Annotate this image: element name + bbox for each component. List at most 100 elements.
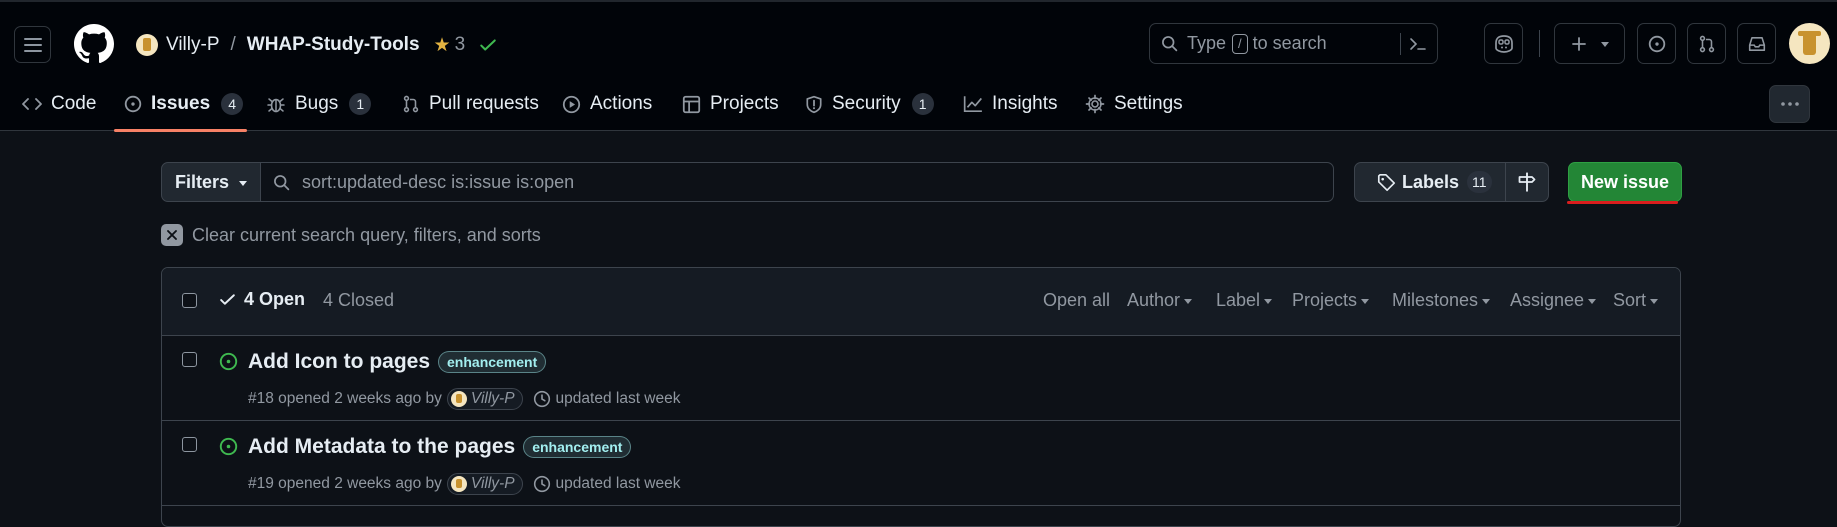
command-palette-icon[interactable] — [1409, 36, 1427, 52]
graph-icon — [963, 96, 982, 113]
inbox-button[interactable] — [1737, 23, 1776, 64]
triangle-down-icon — [1600, 42, 1609, 47]
author-filter[interactable]: Author — [1127, 290, 1193, 311]
slash-key-hint: / — [1232, 33, 1248, 54]
issue-meta: #18 opened 2 weeks ago by Villy-P update… — [248, 388, 681, 410]
kebab-horizontal-icon — [1780, 102, 1799, 106]
labels-counter: 11 — [1467, 171, 1492, 193]
issue-checkbox[interactable] — [182, 352, 197, 367]
filters-dropdown[interactable]: Filters — [161, 162, 261, 202]
tab-counter: 4 — [221, 93, 244, 115]
tab-label: Code — [51, 93, 97, 114]
tab-label: Actions — [590, 93, 653, 114]
author-chip[interactable]: Villy-P — [446, 473, 523, 495]
open-all-button[interactable]: Open all — [1043, 290, 1110, 311]
issue-checkbox[interactable] — [182, 437, 197, 452]
tab-settings[interactable]: Settings — [1085, 88, 1183, 120]
tab-counter: 1 — [349, 93, 372, 115]
tab-security[interactable]: Security 1 — [805, 88, 934, 120]
issue-opened-icon — [219, 437, 238, 456]
issue-opened-icon — [219, 352, 238, 371]
tab-label: Settings — [1114, 93, 1183, 114]
clock-icon — [533, 475, 550, 493]
your-issues-button[interactable] — [1637, 23, 1676, 64]
shield-icon — [806, 95, 822, 113]
triangle-down-icon — [1184, 299, 1193, 304]
global-search-input[interactable]: Type / to search — [1149, 23, 1438, 64]
filter-label: Projects — [1292, 290, 1358, 310]
label-filter[interactable]: Label — [1216, 290, 1273, 311]
updated-text: updated last week — [555, 475, 681, 492]
play-icon — [562, 95, 581, 113]
triangle-down-icon — [239, 180, 248, 186]
tab-label: Insights — [992, 93, 1058, 114]
tab-projects[interactable]: Projects — [682, 88, 779, 120]
tab-insights[interactable]: Insights — [963, 88, 1057, 120]
updated-text: updated last week — [555, 390, 681, 407]
create-new-dropdown[interactable] — [1554, 23, 1625, 64]
search-icon — [1162, 36, 1178, 52]
tab-label: Bugs — [295, 93, 339, 114]
repo-owner-link[interactable]: Villy-P — [166, 34, 220, 56]
avatar — [450, 476, 467, 492]
issue-title-link[interactable]: Add Metadata to the pages — [248, 435, 515, 459]
author-name: Villy-P — [470, 390, 515, 407]
copilot-button[interactable] — [1484, 23, 1523, 64]
select-all-checkbox[interactable] — [182, 293, 197, 308]
filter-label: Sort — [1613, 290, 1647, 310]
labels-label: Labels — [1402, 171, 1460, 192]
inbox-icon — [1748, 36, 1765, 51]
issues-list: 4 Open 4 Closed Open all Author Label Pr… — [161, 267, 1681, 527]
open-issues-toggle[interactable]: 4 Open — [219, 289, 305, 310]
search-query-text: sort:updated-desc is:issue is:open — [302, 171, 575, 192]
triangle-down-icon — [1361, 299, 1370, 304]
issue-label[interactable]: enhancement — [438, 351, 547, 373]
github-logo-icon[interactable] — [74, 24, 114, 69]
new-issue-button[interactable]: New issue — [1568, 162, 1682, 202]
open-count-label: 4 Open — [244, 289, 306, 309]
hamburger-menu-button[interactable] — [14, 26, 51, 63]
filter-label: Assignee — [1510, 290, 1585, 310]
issue-opened-text: #18 opened 2 weeks ago by — [248, 390, 442, 407]
repo-header: Villy-P / WHAP-Study-Tools ★ 3 Type / to… — [0, 0, 1837, 132]
annotation-underline — [1567, 201, 1678, 204]
filter-label: Milestones — [1392, 290, 1479, 310]
tab-label: Pull requests — [429, 93, 539, 114]
your-pull-requests-button[interactable] — [1687, 23, 1726, 64]
issue-label[interactable]: enhancement — [523, 436, 632, 458]
repo-name-link[interactable]: WHAP-Study-Tools — [247, 34, 420, 56]
three-bars-icon — [23, 37, 42, 52]
more-options-button[interactable] — [1769, 85, 1810, 123]
assignee-filter[interactable]: Assignee — [1510, 290, 1597, 311]
user-avatar[interactable] — [1789, 23, 1830, 64]
table-icon — [682, 95, 701, 113]
author-chip[interactable]: Villy-P — [446, 388, 523, 410]
filter-label: Author — [1127, 290, 1181, 310]
author-name: Villy-P — [470, 475, 515, 492]
tab-actions[interactable]: Actions — [562, 88, 652, 120]
clock-icon — [533, 390, 550, 408]
tab-code[interactable]: Code — [22, 88, 96, 120]
clear-query-link[interactable]: Clear current search query, filters, and… — [161, 223, 541, 247]
tab-bugs[interactable]: Bugs 1 — [266, 88, 372, 120]
closed-issues-toggle[interactable]: 4 Closed — [323, 290, 394, 311]
filters-label: Filters — [174, 171, 230, 192]
milestones-filter[interactable]: Milestones — [1392, 290, 1491, 311]
issue-title-link[interactable]: Add Icon to pages — [248, 350, 430, 374]
open-all-label: Open all — [1043, 290, 1111, 310]
milestones-button[interactable] — [1505, 162, 1549, 202]
list-item: Add Metadata to the pages enhancement #1… — [162, 421, 1680, 506]
tab-pull-requests[interactable]: Pull requests — [402, 88, 539, 120]
star-count: 3 — [454, 34, 466, 55]
check-icon — [220, 294, 235, 305]
triangle-down-icon — [1264, 299, 1273, 304]
sort-dropdown[interactable]: Sort — [1613, 290, 1659, 311]
search-icon — [274, 174, 290, 190]
check-icon — [480, 39, 496, 51]
issues-search-input[interactable]: sort:updated-desc is:issue is:open — [260, 162, 1334, 202]
triangle-down-icon — [1588, 299, 1597, 304]
clear-query-label: Clear current search query, filters, and… — [192, 224, 541, 245]
labels-button[interactable]: Labels 11 — [1354, 162, 1506, 202]
tab-issues[interactable]: Issues 4 — [124, 88, 244, 120]
projects-filter[interactable]: Projects — [1292, 290, 1370, 311]
